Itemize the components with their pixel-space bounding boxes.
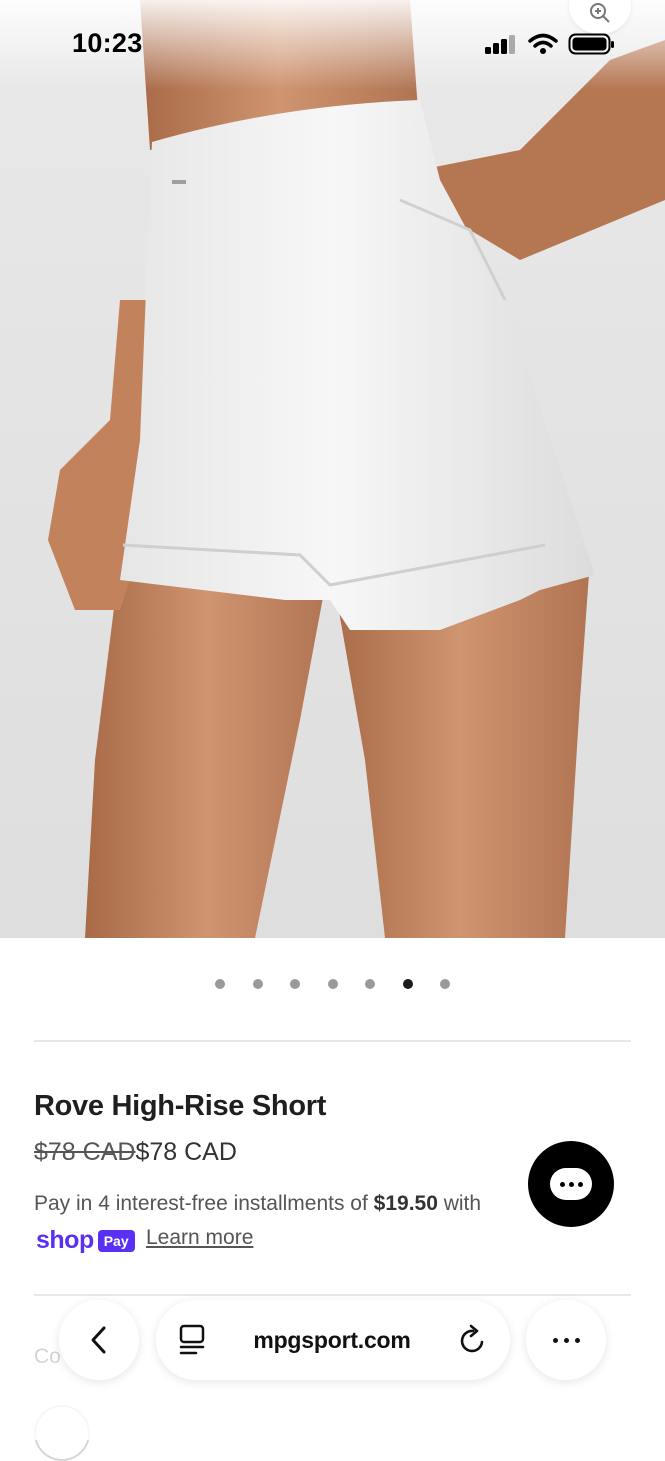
reload-icon[interactable]	[458, 1324, 488, 1356]
carousel-dot[interactable]	[290, 979, 300, 989]
installments-text: Pay in 4 interest-free installments of $…	[34, 1192, 481, 1216]
zoom-in-icon	[590, 3, 610, 23]
url-text[interactable]: mpgsport.com	[253, 1327, 411, 1354]
shop-pay-brand: shop	[36, 1226, 94, 1254]
carousel-dot[interactable]	[402, 979, 413, 989]
compare-price: $78 CAD	[34, 1138, 136, 1166]
address-bar[interactable]: mpgsport.com	[156, 1300, 510, 1380]
status-icons	[484, 32, 616, 56]
chat-button[interactable]	[528, 1141, 614, 1227]
more-button[interactable]	[526, 1300, 606, 1380]
reader-icon[interactable]	[178, 1324, 206, 1356]
divider	[34, 1040, 631, 1042]
signal-icon	[485, 35, 515, 54]
shop-pay-logo: shop Pay	[36, 1226, 135, 1255]
status-time: 10:23	[72, 28, 143, 58]
price-row: $78 CAD$78 CAD	[34, 1138, 237, 1167]
wifi-icon	[528, 33, 558, 54]
installments-prefix: Pay in 4 interest-free installments of	[34, 1192, 374, 1215]
more-icon	[552, 1337, 580, 1343]
carousel-dot[interactable]	[365, 979, 375, 989]
carousel-dot[interactable]	[327, 979, 338, 989]
carousel-dots	[0, 979, 665, 989]
chat-icon	[550, 1168, 592, 1200]
product-image[interactable]	[0, 0, 665, 938]
back-icon	[91, 1326, 106, 1354]
installments-suffix: with	[437, 1192, 482, 1215]
carousel-dot[interactable]	[215, 979, 225, 989]
current-price: $78 CAD	[135, 1138, 237, 1166]
product-photo-illustration	[0, 0, 665, 938]
product-title: Rove High-Rise Short	[34, 1090, 327, 1122]
carousel-dot[interactable]	[440, 979, 450, 989]
learn-more-link[interactable]: Learn more	[146, 1226, 253, 1250]
back-button[interactable]	[59, 1300, 139, 1380]
shop-pay-badge: Pay	[97, 1229, 135, 1252]
installments-amount: $19.50	[373, 1192, 438, 1215]
carousel-dot[interactable]	[252, 979, 263, 989]
battery-icon	[568, 33, 614, 55]
